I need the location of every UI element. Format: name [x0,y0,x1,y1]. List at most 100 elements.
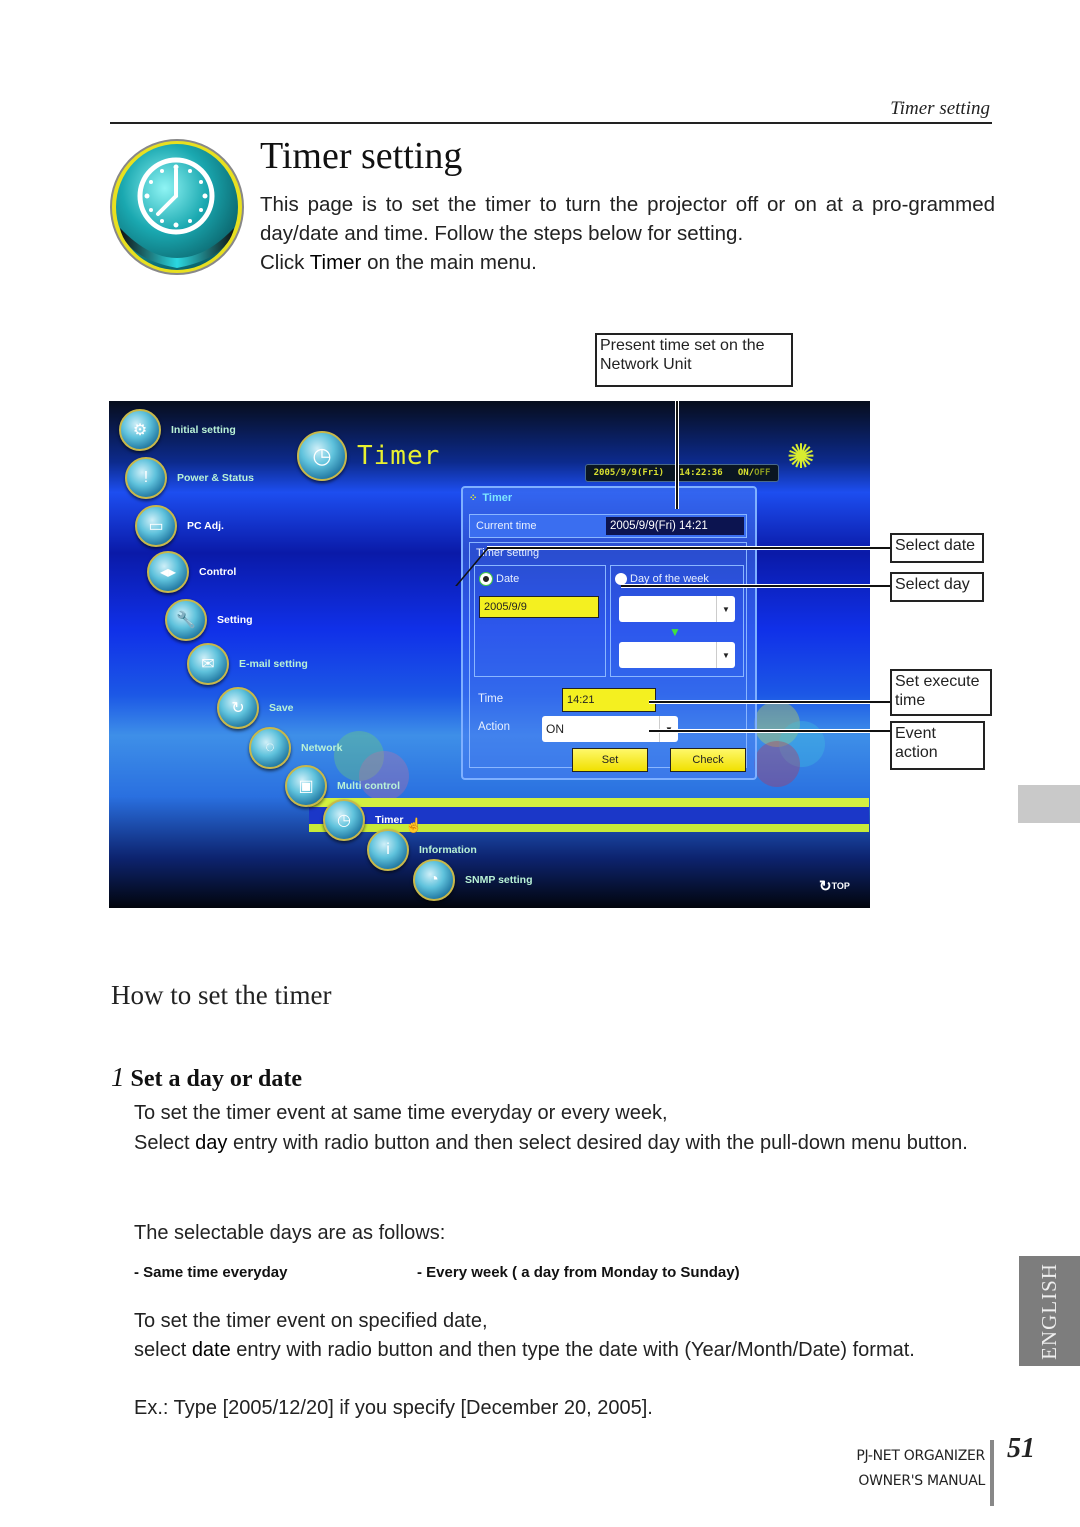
intro-click-prefix: Click [260,251,310,274]
radio-unselected-icon [615,572,627,585]
lcd-off: OFF [754,468,771,478]
day-select[interactable]: ▼ [619,596,735,622]
set-button[interactable]: Set [572,748,648,772]
save-icon: ↻ [217,687,259,729]
current-time-label: Current time [476,520,537,532]
lcd-date: 2005/9/9(Fri) [593,468,665,478]
callout-select-date: Select date [890,533,984,563]
day-group: Day of the week ▼ ▼ ▼ [610,565,744,677]
time-label: Time [478,693,504,705]
chevron-down-icon: ▼ [716,596,735,622]
top-link[interactable]: ↻TOP [819,877,850,895]
page-heading: ◷ Timer [297,431,440,481]
leader-line [676,401,678,509]
callout-present-time: Present time set on the Network Unit [595,333,793,387]
callout-set-execute-time: Set execute time [890,669,992,716]
lcd-time: 14:22:36 [679,468,723,478]
date-radio[interactable]: Date [479,570,519,588]
step-title: Set a day or date [130,1066,303,1092]
refresh-arrow-icon: ↻ [819,878,832,895]
menu-item-control[interactable]: ◂▸ Control [147,551,236,593]
chevron-down-icon: ▼ [716,642,735,668]
p2-suffix: entry with radio button and then select … [227,1132,968,1154]
intro-paragraph: This page is to set the timer to turn th… [260,193,995,245]
menu-item-setting[interactable]: 🔧 Setting [165,599,253,641]
date-input[interactable]: 2005/9/9 [479,596,599,618]
intro-text: This page is to set the timer to turn th… [260,190,995,277]
menu-label: Network [301,742,343,754]
day-select-2[interactable]: ▼ [619,642,735,668]
background-orb [754,741,800,787]
callout-event-action: Event action [890,721,985,770]
menu-label: Multi control [337,780,400,792]
menu-label: Setting [217,614,253,626]
menu-label: PC Adj. [187,520,224,532]
menu-item-save[interactable]: ↻ Save [217,687,294,729]
lcd-on: ON/ [737,468,755,478]
menu-label: Initial setting [171,424,236,436]
footer-line-2: OWNER'S MANUAL [858,1473,985,1489]
footer-divider [990,1440,994,1506]
callout-select-day: Select day [890,572,984,602]
language-tab: ENGLISH [1019,1256,1080,1366]
current-time-value: 2005/9/9(Fri) 14:21 [606,517,744,535]
leader-line [649,701,870,703]
action-label: Action [478,721,510,733]
leader-line [870,701,890,703]
clock-icon [108,138,246,276]
envelope-icon: ✉ [187,643,229,685]
menu-label: Control [199,566,237,578]
section-tab [1018,785,1080,823]
timer-panel: ⁘ Timer Current time 2005/9/9(Fri) 14:21 … [461,486,757,780]
page-number: 51 [1007,1433,1035,1464]
menu-label: Save [269,702,294,714]
step-paragraph-6: Ex.: Type [2005/12/20] if you specify [D… [134,1397,653,1419]
intro-click-bold: Timer [309,251,362,274]
menu-item-email-setting[interactable]: ✉ E-mail setting [187,643,308,685]
leader-line [870,730,890,732]
arrow-down-icon: ▼ [669,625,681,639]
date-group: Date 2005/9/9 [474,565,606,677]
top-link-label: TOP [831,881,850,891]
step-heading: 1 Set a day or date [111,1062,302,1093]
p5-suffix: entry with radio button and then type th… [230,1339,915,1361]
list-item: - Every week ( a day from Monday to Sund… [417,1264,740,1281]
leader-line [487,547,870,549]
menu-item-snmp-setting[interactable]: ◔ SNMP setting [413,859,532,901]
menu-item-network[interactable]: ◌ Network [249,727,342,769]
power-status-icon: ! [125,457,167,499]
snmp-icon: ◔ [413,859,455,901]
leader-line [870,585,890,587]
step-paragraph-1: To set the timer event at same time ever… [134,1102,668,1124]
check-button[interactable]: Check [670,748,746,772]
page-heading-label: Timer [357,441,441,471]
p2-prefix: Select [134,1132,196,1154]
clock-burst-icon: ✺ [786,438,816,476]
menu-label: SNMP setting [465,874,533,886]
multi-control-icon: ▣ [285,765,327,807]
menu-item-initial-setting[interactable]: ⚙ Initial setting [119,409,236,451]
p2-bold: day [195,1132,228,1154]
wrench-icon: 🔧 [165,599,207,641]
p5-prefix: select [134,1339,192,1361]
intro-click-line: Click Timer on the main menu. [260,248,995,277]
menu-item-pc-adj[interactable]: ▭ PC Adj. [135,505,224,547]
step-paragraph-4: To set the timer event on specified date… [134,1310,488,1332]
monitor-icon: ▭ [135,505,177,547]
clock-icon: ◷ [323,799,365,841]
gear-projector-icon: ⚙ [119,409,161,451]
time-input[interactable]: 14:21 [562,688,656,712]
clock-icon: ◷ [297,431,347,481]
menu-label: Information [419,844,477,856]
running-head: Timer setting [890,98,990,119]
timer-setting-group: Timer setting Date 2005/9/9 Day of the w… [469,542,747,772]
menu-item-power-status[interactable]: ! Power & Status [125,457,254,499]
menu-label: E-mail setting [239,658,308,670]
panel-tab: ⁘ Timer [463,488,649,508]
menu-label: Timer [375,814,404,826]
step-paragraph-3: The selectable days are as follows: [134,1222,446,1244]
header-rule [110,122,992,124]
leader-line [870,547,890,549]
current-time-row: Current time 2005/9/9(Fri) 14:21 [469,514,747,538]
network-icon: ◌ [249,727,291,769]
